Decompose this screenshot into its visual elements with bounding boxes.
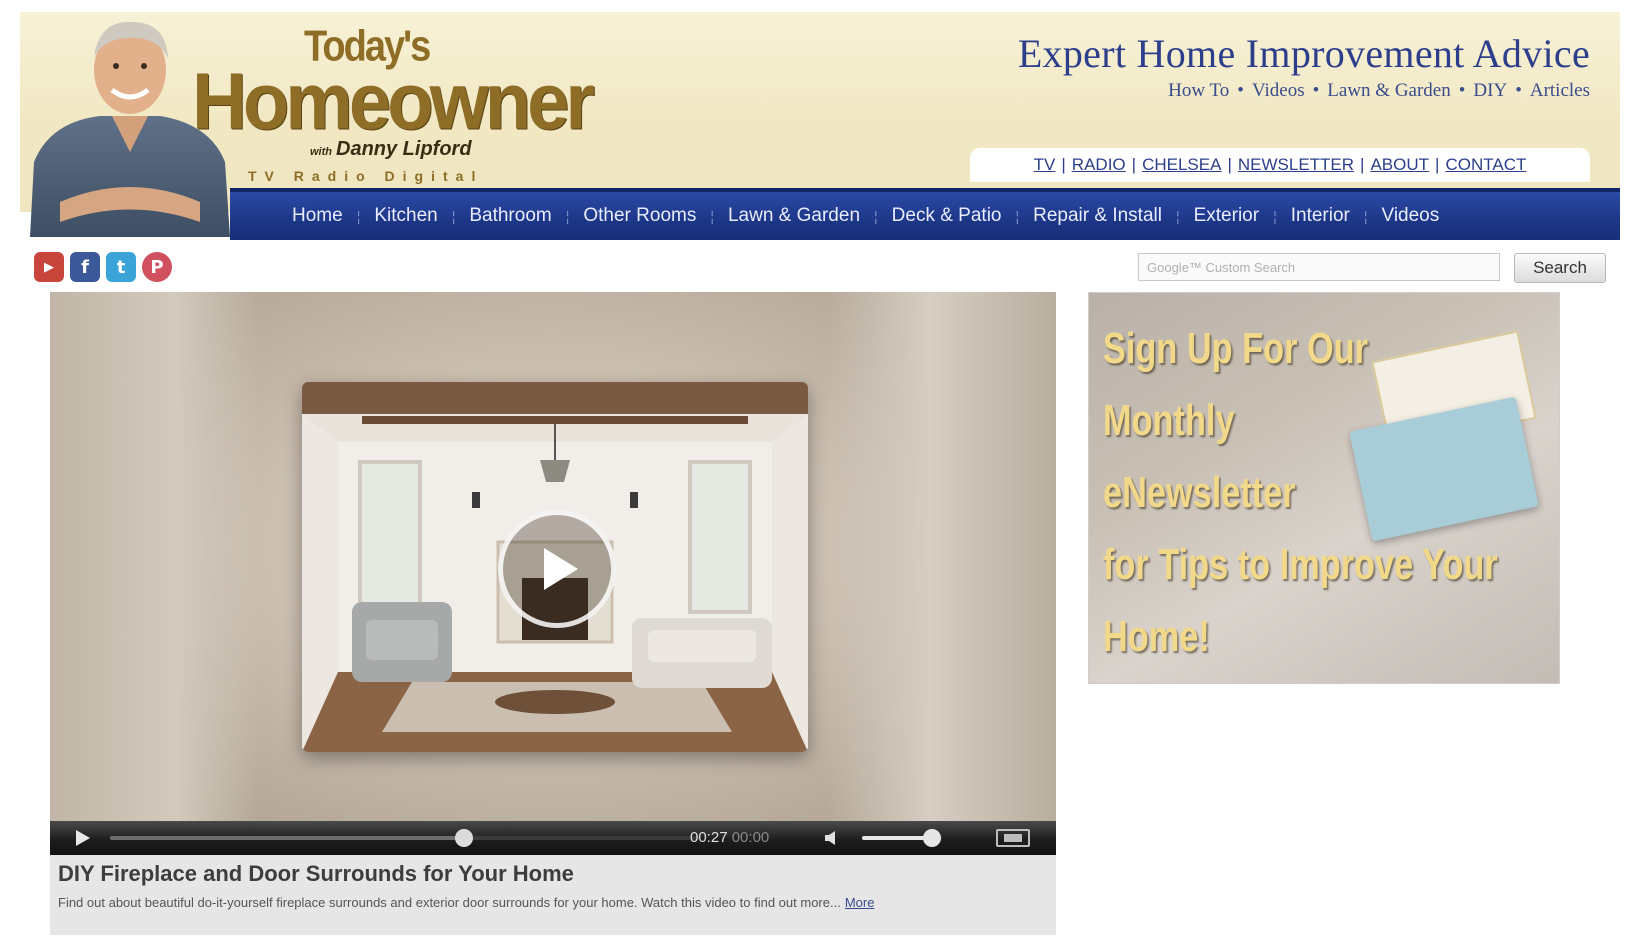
video-title[interactable]: DIY Fireplace and Door Surrounds for You… (58, 861, 1048, 887)
player-controls: 00:27 00:00 (50, 821, 1056, 855)
ad-line: eNewsletter (1103, 468, 1296, 517)
nav-item-other-rooms[interactable]: Other Rooms (569, 205, 710, 227)
site-logo[interactable]: Today's Homeowner with Danny Lipford TV R… (192, 23, 595, 184)
volume-slider[interactable] (862, 829, 942, 847)
util-separator: | (1131, 155, 1137, 174)
time-display: 00:27 00:00 (690, 829, 769, 846)
ad-line: for Tips to Improve Your (1103, 540, 1498, 589)
logo-host-name: Danny Lipford (336, 138, 472, 160)
more-link[interactable]: More (845, 895, 875, 910)
subnav-videos[interactable]: Videos (1252, 80, 1305, 102)
subnav-lawn-garden[interactable]: Lawn & Garden (1327, 80, 1450, 102)
ad-headline: Sign Up For Our Monthly eNewsletter for … (1103, 313, 1523, 673)
progress-handle[interactable] (455, 829, 473, 847)
nav-item-interior[interactable]: Interior (1277, 205, 1364, 227)
nav-item-lawn-garden[interactable]: Lawn & Garden (714, 205, 874, 227)
subnav-diy[interactable]: DIY (1473, 80, 1507, 102)
progress-fill (110, 836, 464, 840)
util-separator: | (1061, 155, 1066, 174)
logo-homeowner: Homeowner (192, 56, 595, 147)
ad-line: Monthly (1103, 396, 1235, 445)
youtube-icon[interactable]: ▶ (34, 252, 64, 282)
total-time: 00:00 (731, 829, 770, 846)
player-backdrop-right (826, 292, 1056, 855)
util-link-tv[interactable]: TV (1034, 155, 1056, 175)
progress-bar[interactable] (110, 829, 700, 847)
logo-host: with Danny Lipford (310, 138, 472, 161)
volume-handle[interactable] (923, 829, 942, 847)
util-separator: | (1360, 155, 1365, 174)
video-description-text: Find out about beautiful do-it-yourself … (58, 895, 841, 910)
nav-item-videos[interactable]: Videos (1368, 205, 1454, 227)
player-backdrop-left (50, 292, 260, 855)
util-link-radio[interactable]: RADIO (1072, 155, 1126, 175)
volume-fill (862, 836, 933, 840)
host-photo (30, 21, 230, 237)
control-play-icon[interactable] (76, 830, 90, 846)
twitter-icon[interactable]: t (106, 252, 136, 282)
subnav-how-to[interactable]: How To (1168, 80, 1229, 102)
util-link-chelsea[interactable]: CHELSEA (1142, 155, 1221, 175)
volume-icon[interactable] (824, 830, 840, 846)
util-separator: | (1435, 155, 1440, 174)
util-link-newsletter[interactable]: NEWSLETTER (1238, 155, 1354, 175)
pinterest-icon[interactable]: P (142, 252, 172, 282)
nav-item-home[interactable]: Home (278, 205, 357, 227)
play-overlay-button[interactable] (498, 510, 616, 628)
nav-item-exterior[interactable]: Exterior (1180, 205, 1273, 227)
util-link-about[interactable]: ABOUT (1370, 155, 1429, 175)
main-nav: Home ¦ Kitchen ¦ Bathroom ¦ Other Rooms ¦ La… (230, 188, 1620, 240)
subnav-separator: • (1237, 80, 1244, 101)
logo-tagline: TV Radio Digital (248, 168, 484, 184)
subnav-separator: • (1458, 80, 1466, 101)
current-time: 00:27 (690, 829, 728, 846)
fullscreen-icon[interactable] (996, 829, 1030, 847)
facebook-icon[interactable]: f (70, 252, 100, 282)
util-link-contact[interactable]: CONTACT (1445, 155, 1526, 175)
site-header: Today's Homeowner with Danny Lipford TV R… (20, 12, 1620, 237)
header-title: Expert Home Improvement Advice (1017, 31, 1590, 76)
video-description: Find out about beautiful do-it-yourself … (58, 892, 1048, 914)
play-icon (544, 548, 578, 590)
video-player[interactable]: 00:27 00:00 (50, 292, 1056, 855)
header-subnav: How To • Videos • Lawn & Garden • DIY • … (1168, 80, 1590, 102)
utility-links: TV | RADIO | CHELSEA | NEWSLETTER | ABOU… (970, 148, 1590, 182)
search-button[interactable]: Search (1514, 253, 1606, 283)
nav-item-repair-install[interactable]: Repair & Install (1019, 205, 1176, 227)
ad-line: Home! (1103, 612, 1210, 661)
logo-with-prefix: with (310, 146, 332, 158)
newsletter-ad[interactable]: Sign Up For Our Monthly eNewsletter for … (1088, 292, 1560, 684)
search-input[interactable] (1138, 253, 1500, 281)
subnav-separator: • (1515, 80, 1522, 101)
nav-item-kitchen[interactable]: Kitchen (360, 205, 451, 227)
social-icons: ▶ f t P (34, 252, 172, 282)
util-separator: | (1227, 155, 1232, 174)
subnav-articles[interactable]: Articles (1530, 80, 1590, 102)
nav-item-bathroom[interactable]: Bathroom (455, 205, 565, 227)
nav-item-deck-patio[interactable]: Deck & Patio (878, 205, 1016, 227)
video-caption: DIY Fireplace and Door Surrounds for You… (50, 855, 1056, 935)
subnav-separator: • (1312, 80, 1320, 101)
ad-line: Sign Up For Our (1103, 324, 1369, 373)
